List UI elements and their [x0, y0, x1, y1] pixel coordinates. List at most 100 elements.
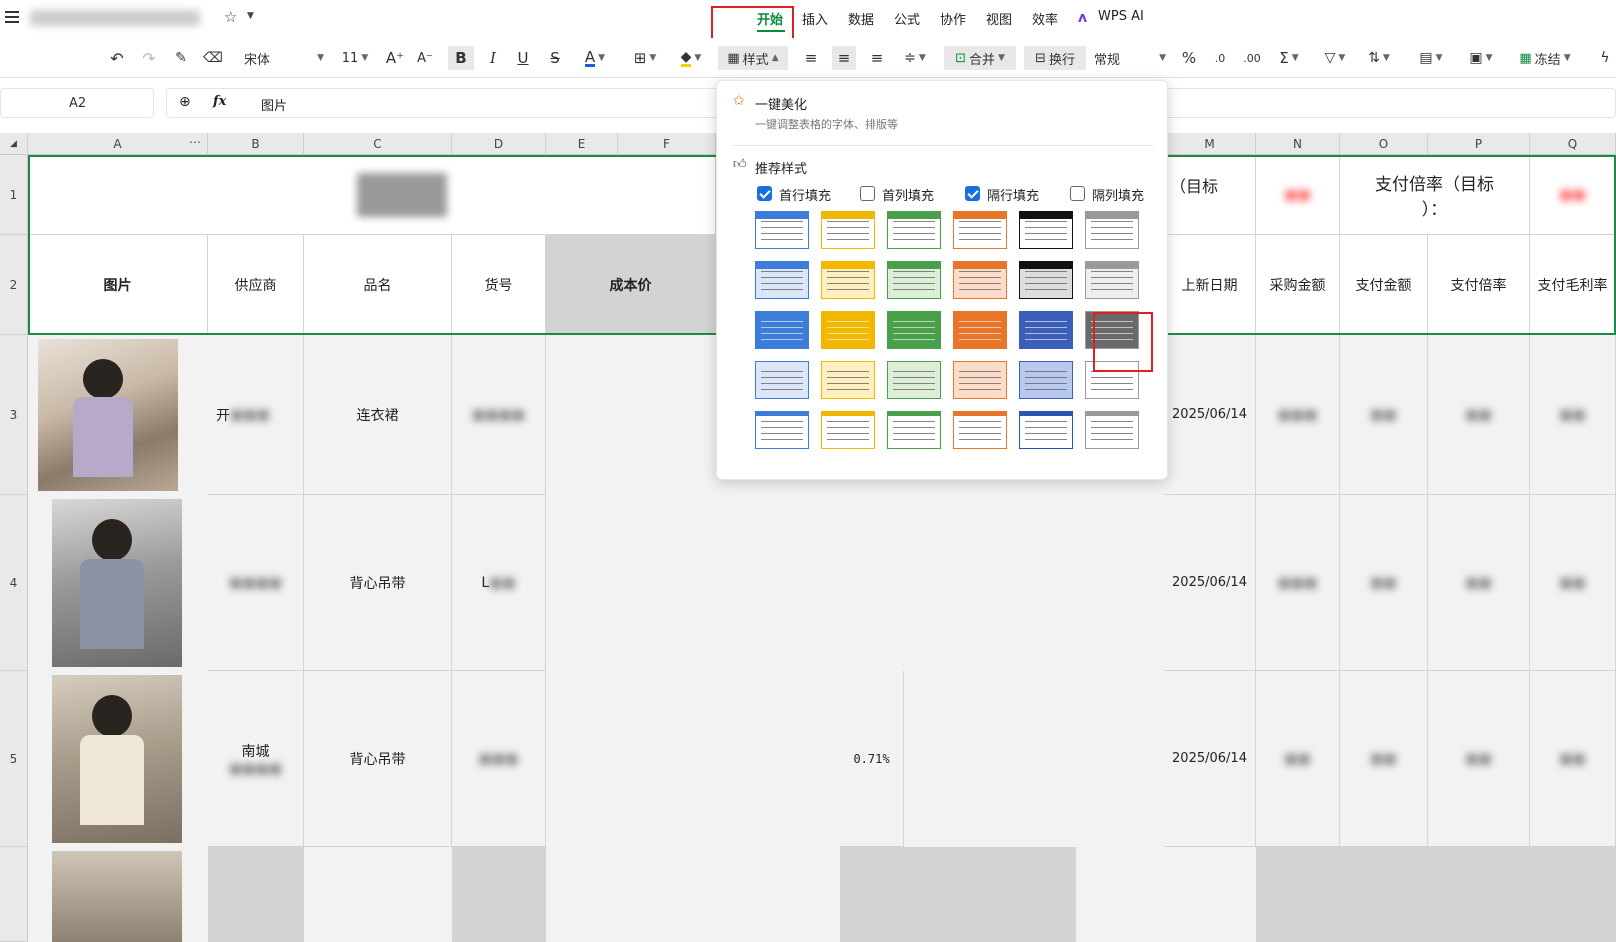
column-header-d[interactable]: D [452, 133, 546, 155]
select-all-corner[interactable]: ◢ [0, 133, 28, 155]
cell-q1[interactable]: ■■ [1530, 155, 1616, 235]
menu-data[interactable]: 数据 [848, 9, 874, 28]
align-left-icon[interactable]: ≡ [800, 46, 822, 70]
cell-b3[interactable]: 开 ■■■ [208, 335, 304, 495]
table-style-option[interactable] [953, 211, 1007, 249]
cell-b5[interactable]: 南城 ■■■■ [208, 671, 304, 847]
cell-o5[interactable]: ■■ [1340, 671, 1428, 847]
checkbox-alternate-row-fill[interactable] [965, 186, 980, 201]
underline-button[interactable]: U [512, 46, 534, 70]
cell-m1[interactable]: （目标 [1164, 155, 1256, 235]
hamburger-menu-icon[interactable] [5, 11, 19, 23]
cell-o1[interactable]: 支付倍率（目标）： [1340, 155, 1530, 235]
table-style-option[interactable] [821, 261, 875, 299]
column-header-m[interactable]: M [1164, 133, 1256, 155]
fill-icon[interactable]: ▤ ▼ [1414, 46, 1448, 70]
font-family-select[interactable]: 宋体 ▼ [244, 46, 324, 70]
header-cell-supplier[interactable]: 供应商 [208, 235, 304, 335]
cell-p4[interactable]: ■■ [1428, 495, 1530, 671]
header-cell-launch-date[interactable]: 上新日期 [1164, 235, 1256, 335]
cell-m5[interactable]: 2025/06/14 [1164, 671, 1256, 847]
number-format-select[interactable]: 常规 ▼ [1094, 46, 1166, 70]
cell-pct5[interactable]: 0.71% [840, 671, 904, 847]
table-style-option[interactable] [1085, 211, 1139, 249]
cell-p3[interactable]: ■■ [1428, 335, 1530, 495]
header-cell-image[interactable]: 图片 [28, 235, 208, 335]
align-center-icon[interactable]: ≡ [832, 46, 856, 70]
product-image-row6[interactable] [52, 851, 182, 942]
checkbox-first-column-fill[interactable] [860, 186, 875, 201]
row-header-1[interactable]: 1 [0, 155, 28, 235]
menu-efficiency[interactable]: 效率 [1032, 9, 1058, 28]
menu-collab[interactable]: 协作 [940, 9, 966, 28]
table-style-option[interactable] [887, 261, 941, 299]
cell-q3[interactable]: ■■ [1530, 335, 1616, 495]
table-style-option[interactable] [1019, 411, 1073, 449]
menu-view[interactable]: 视图 [986, 9, 1012, 28]
table-style-option[interactable] [1019, 311, 1073, 349]
cell-b6[interactable] [208, 847, 304, 942]
beautify-title[interactable]: 一键美化 [755, 94, 807, 113]
column-header-o[interactable]: O [1340, 133, 1428, 155]
column-header-f[interactable]: F [618, 133, 716, 155]
checkbox-alternate-column-fill[interactable] [1070, 186, 1085, 201]
cell-m3[interactable]: 2025/06/14 [1164, 335, 1256, 495]
cell-q5[interactable]: ■■ [1530, 671, 1616, 847]
table-style-option[interactable] [1019, 261, 1073, 299]
format-painter-icon[interactable]: ✎ [170, 46, 192, 70]
cell-o3[interactable]: ■■ [1340, 335, 1428, 495]
wrap-button[interactable]: ⊟ 换行 [1024, 46, 1086, 70]
fx-label[interactable]: fx [213, 94, 226, 109]
column-header-b[interactable]: B [208, 133, 304, 155]
menu-insert[interactable]: 插入 [802, 9, 828, 28]
cell-c3[interactable]: 连衣裙 [304, 335, 452, 495]
vertical-align-icon[interactable]: ≑ ▼ [898, 46, 932, 70]
star-icon[interactable]: ☆ [224, 8, 237, 26]
cell-c5[interactable]: 背心吊带 [304, 671, 452, 847]
cell-b4[interactable]: ■■■■ [208, 495, 304, 671]
table-style-option[interactable] [821, 411, 875, 449]
table-style-option[interactable] [953, 311, 1007, 349]
header-cell-cost[interactable]: 成本价 [546, 235, 716, 335]
strikethrough-button[interactable]: S [544, 46, 566, 70]
column-header-q[interactable]: Q [1530, 133, 1616, 155]
cell-n1[interactable]: ■■ [1256, 155, 1340, 235]
cell-reference-box[interactable]: A2 [0, 88, 154, 118]
table-style-option[interactable] [755, 411, 809, 449]
product-image-row3[interactable] [38, 339, 178, 491]
column-header-c[interactable]: C [304, 133, 452, 155]
table-style-option[interactable] [1019, 361, 1073, 399]
style-button[interactable]: ▦ 样式 ▲ [718, 46, 788, 70]
row-header-4[interactable]: 4 [0, 495, 28, 671]
merge-button[interactable]: ⊡ 合并 ▼ [944, 46, 1016, 70]
table-style-option[interactable] [887, 411, 941, 449]
cell-d6[interactable] [452, 847, 546, 942]
cell-m4[interactable]: 2025/06/14 [1164, 495, 1256, 671]
table-style-option[interactable] [953, 411, 1007, 449]
menu-wps-ai[interactable]: WPS AI [1098, 9, 1144, 24]
row-header-2[interactable]: 2 [0, 235, 28, 335]
header-cell-sku[interactable]: 货号 [452, 235, 546, 335]
table-style-option[interactable] [755, 311, 809, 349]
align-right-icon[interactable]: ≡ [866, 46, 888, 70]
percent-icon[interactable]: % [1178, 46, 1200, 70]
border-icon[interactable]: ⊞ ▼ [628, 46, 662, 70]
product-image-row5[interactable] [52, 675, 182, 843]
freeze-button[interactable]: ▦ 冻结 ▼ [1510, 46, 1580, 70]
table-style-option[interactable] [887, 311, 941, 349]
more-icon[interactable]: ⋯ [189, 135, 201, 149]
row-header-5[interactable]: 5 [0, 671, 28, 847]
cell-c4[interactable]: 背心吊带 [304, 495, 452, 671]
increase-font-icon[interactable]: A⁺ [384, 46, 406, 70]
cell-n4[interactable]: ■■■ [1256, 495, 1340, 671]
header-cell-gross-margin[interactable]: 支付毛利率 [1530, 235, 1616, 335]
cell-o4[interactable]: ■■ [1340, 495, 1428, 671]
table-style-option[interactable] [1019, 211, 1073, 249]
header-cell-payment-ratio[interactable]: 支付倍率 [1428, 235, 1530, 335]
italic-button[interactable]: I [482, 46, 504, 70]
cell-p5[interactable]: ■■ [1428, 671, 1530, 847]
bold-button[interactable]: B [448, 46, 474, 70]
cell-d4[interactable]: L ■■ [452, 495, 546, 671]
decimal-increase-icon[interactable]: .0 [1208, 46, 1232, 70]
header-cell-payment-amount[interactable]: 支付金额 [1340, 235, 1428, 335]
